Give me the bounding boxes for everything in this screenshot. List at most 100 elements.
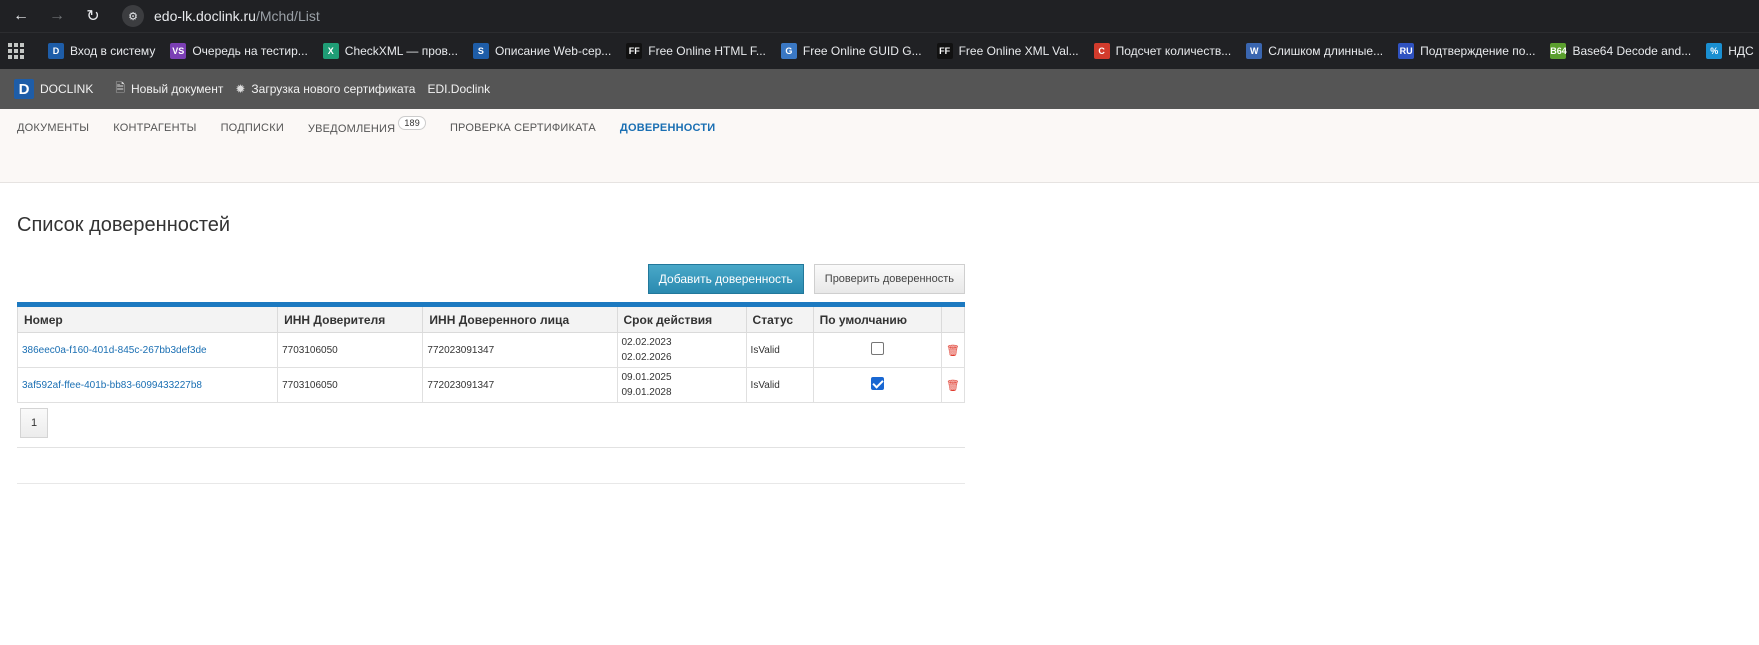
url-field[interactable]: edo-lk.doclink.ru/Mchd/List	[154, 8, 320, 24]
bookmark-favicon-icon: FF	[626, 43, 643, 59]
tab-label: ДОВЕРЕННОСТИ	[619, 122, 716, 134]
power-of-attorney-link[interactable]: 3af592af-ffee-401b-bb83-6099433227b8	[22, 380, 202, 391]
power-of-attorney-link[interactable]: 386eec0a-f160-401d-845c-267bb3def3de	[22, 345, 207, 356]
column-header-actions	[940, 304, 966, 333]
new-document-link[interactable]: 🗎 Новый документ	[115, 79, 223, 100]
bookmark-label: CheckXML — пров...	[344, 44, 458, 58]
bookmark-favicon-icon: X	[322, 43, 339, 59]
bookmark-label: Free Online GUID G...	[802, 44, 922, 58]
default-checkbox[interactable]	[870, 377, 884, 390]
bookmark-label: Подтверждение по...	[1420, 44, 1536, 58]
bookmark-favicon-icon: C	[1093, 43, 1110, 59]
bookmark-item[interactable]: B64 Base64 Decode and...	[1550, 43, 1691, 59]
pagination: 1	[17, 403, 965, 448]
page-title: Список доверенностей	[17, 214, 231, 236]
bookmark-item[interactable]: FF Free Online XML Val...	[936, 43, 1079, 59]
brand-link[interactable]: DOCLINK	[40, 82, 93, 96]
tab-1[interactable]: КОНТРАГЕНТЫ	[113, 122, 196, 134]
cell-actions: 🗑	[940, 332, 966, 368]
bookmark-label: Слишком длинные...	[1268, 44, 1384, 58]
cell-number: 3af592af-ffee-401b-bb83-6099433227b8	[16, 367, 279, 403]
tab-label: ПОДПИСКИ	[220, 122, 284, 134]
table-row: 3af592af-ffee-401b-bb83-6099433227b8 7703…	[16, 367, 966, 403]
tab-3[interactable]: УВЕДОМЛЕНИЯ 189	[308, 116, 426, 136]
bookmark-label: Вход в систему	[70, 44, 156, 58]
doclink-logo-icon: D	[14, 79, 34, 99]
bookmark-item[interactable]: S Описание Web-сер...	[472, 43, 611, 59]
page-button[interactable]: 1	[20, 408, 48, 438]
bookmark-item[interactable]: RU Подтверждение по...	[1398, 43, 1535, 59]
upload-certificate-link[interactable]: ✹ Загрузка нового сертификата	[235, 82, 415, 96]
bookmark-favicon-icon: VS	[170, 43, 187, 59]
bookmark-item[interactable]: X CheckXML — пров...	[322, 43, 458, 59]
bookmark-item[interactable]: % НДС	[1706, 43, 1754, 59]
bookmark-item[interactable]: W Слишком длинные...	[1246, 43, 1383, 59]
bookmark-favicon-icon: RU	[1398, 43, 1415, 59]
bookmark-label: Base64 Decode and...	[1572, 44, 1692, 58]
bookmark-item[interactable]: VS Очередь на тестир...	[170, 43, 308, 59]
column-header-inn-trustee[interactable]: ИНН Доверенного лица	[422, 304, 618, 333]
bookmark-favicon-icon: FF	[936, 43, 953, 59]
date-to: 02.02.2026	[621, 352, 672, 363]
add-power-of-attorney-button[interactable]: Добавить доверенность	[647, 264, 804, 294]
bookmark-favicon-icon: W	[1246, 43, 1263, 59]
column-header-default[interactable]: По умолчанию	[812, 304, 942, 333]
cell-inn-principal: 7703106050	[277, 367, 424, 403]
bookmark-favicon-icon: %	[1706, 43, 1723, 59]
bookmark-label: Free Online HTML F...	[648, 44, 766, 58]
tab-label: ПРОВЕРКА СЕРТИФИКАТА	[449, 122, 596, 134]
delete-trash-icon[interactable]: 🗑	[946, 380, 960, 392]
edi-link[interactable]: EDI.Doclink	[427, 82, 490, 96]
column-header-status[interactable]: Статус	[745, 304, 814, 333]
cell-status: IsValid	[745, 332, 814, 368]
cell-validity: 02.02.2023 02.02.2026	[616, 332, 747, 368]
tab-4[interactable]: ПРОВЕРКА СЕРТИФИКАТА	[450, 122, 596, 134]
delete-trash-icon[interactable]: 🗑	[946, 345, 960, 357]
actions-bar: Добавить доверенность Проверить доверенн…	[17, 264, 965, 294]
cell-default	[812, 332, 942, 368]
url-host: edo-lk.doclink.ru	[154, 8, 256, 24]
check-power-of-attorney-button[interactable]: Проверить доверенность	[813, 264, 965, 294]
forward-arrow-icon[interactable]: →	[44, 3, 70, 29]
cell-default	[812, 367, 942, 403]
cell-number: 386eec0a-f160-401d-845c-267bb3def3de	[16, 332, 279, 368]
section-nav: ДОКУМЕНТЫ КОНТРАГЕНТЫ ПОДПИСКИ УВЕДОМЛЕНИЯ 1…	[0, 109, 1759, 183]
date-from: 02.02.2023	[621, 337, 672, 348]
cell-validity: 09.01.2025 09.01.2028	[616, 367, 747, 403]
tab-0[interactable]: ДОКУМЕНТЫ	[17, 122, 89, 134]
column-header-validity[interactable]: Срок действия	[616, 304, 747, 333]
bookmark-label: Очередь на тестир...	[192, 44, 308, 58]
bookmark-item[interactable]: FF Free Online HTML F...	[626, 43, 766, 59]
reload-icon[interactable]: ↻	[80, 3, 106, 29]
footer-divider	[17, 448, 965, 484]
bookmark-item[interactable]: G Free Online GUID G...	[780, 43, 922, 59]
back-arrow-icon[interactable]: ←	[8, 3, 34, 29]
url-path: /Mchd/List	[255, 8, 320, 24]
tab-2[interactable]: ПОДПИСКИ	[221, 122, 284, 134]
bookmark-label: Подсчет количеств...	[1115, 44, 1232, 58]
notification-count-badge: 189	[398, 116, 426, 130]
bookmark-favicon-icon: S	[472, 43, 489, 59]
column-header-number[interactable]: Номер	[16, 304, 279, 333]
bookmark-label: НДС	[1728, 44, 1754, 58]
tab-label: ДОКУМЕНТЫ	[17, 122, 90, 134]
bookmarks-bar: D Вход в систему VS Очередь на тестир... X Ch…	[0, 32, 1759, 69]
cell-status: IsValid	[745, 367, 814, 403]
gear-icon: ✹	[235, 82, 246, 96]
bookmark-item[interactable]: D Вход в систему	[48, 43, 155, 59]
site-settings-icon[interactable]: ⚙	[122, 5, 144, 27]
power-of-attorney-table: Номер ИНН Доверителя ИНН Доверенного лиц…	[16, 302, 966, 403]
main-content: Список доверенностей Добавить довереннос…	[0, 214, 966, 484]
table-row: 386eec0a-f160-401d-845c-267bb3def3de 7703…	[16, 332, 966, 368]
cell-inn-principal: 7703106050	[277, 332, 424, 368]
bookmark-favicon-icon: B64	[1550, 43, 1567, 59]
date-to: 09.01.2028	[621, 387, 672, 398]
browser-address-bar: ← → ↻ ⚙ edo-lk.doclink.ru/Mchd/List	[0, 0, 1759, 32]
bookmark-item[interactable]: C Подсчет количеств...	[1093, 43, 1232, 59]
bookmark-label: Free Online XML Val...	[958, 44, 1079, 58]
default-checkbox[interactable]	[870, 342, 884, 355]
tab-5[interactable]: ДОВЕРЕННОСТИ	[620, 122, 716, 134]
date-from: 09.01.2025	[621, 372, 672, 383]
column-header-inn-principal[interactable]: ИНН Доверителя	[277, 304, 424, 333]
apps-grid-icon[interactable]	[8, 43, 24, 59]
